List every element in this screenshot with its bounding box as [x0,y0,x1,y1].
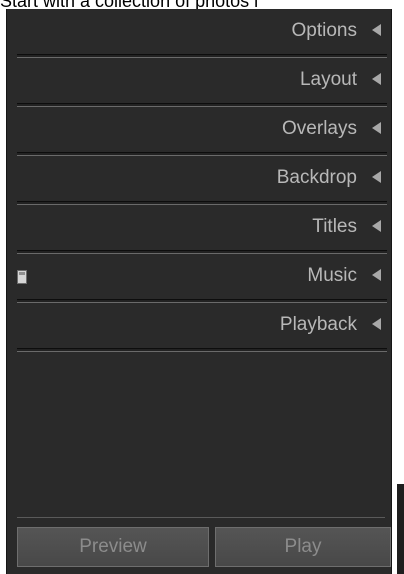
section-divider [17,348,387,352]
panel-section-playback[interactable]: Playback [7,303,393,352]
app-frame: Options Layout Overlays Backdrop Titles [0,9,404,574]
panel-section-overlays[interactable]: Overlays [7,107,393,156]
collapse-triangle-left-icon[interactable] [372,171,381,183]
collapse-triangle-left-icon[interactable] [372,269,381,281]
section-label-playback: Playback [279,314,357,335]
section-label-titles: Titles [312,216,357,237]
section-label-overlays: Overlays [282,118,357,139]
play-button[interactable]: Play [215,527,391,567]
panel-section-titles[interactable]: Titles [7,205,393,254]
collapse-triangle-left-icon[interactable] [372,318,381,330]
section-label-music: Music [307,265,357,286]
footer-divider [17,517,385,518]
section-label-backdrop: Backdrop [276,167,357,188]
panel-section-options[interactable]: Options [7,9,393,58]
collapse-triangle-left-icon[interactable] [372,24,381,36]
right-edge-strip [392,9,404,574]
preview-button[interactable]: Preview [17,527,209,567]
panel-edge-shadow [397,484,404,574]
section-label-layout: Layout [299,69,357,90]
collapse-triangle-left-icon[interactable] [372,122,381,134]
collapse-triangle-left-icon[interactable] [372,73,381,85]
panel-section-music[interactable]: Music [7,254,393,303]
music-enable-toggle[interactable] [17,270,27,284]
panel-section-backdrop[interactable]: Backdrop [7,156,393,205]
right-panel: Options Layout Overlays Backdrop Titles [6,9,392,574]
panel-section-layout[interactable]: Layout [7,58,393,107]
section-label-options: Options [291,20,357,41]
collapse-triangle-left-icon[interactable] [372,220,381,232]
